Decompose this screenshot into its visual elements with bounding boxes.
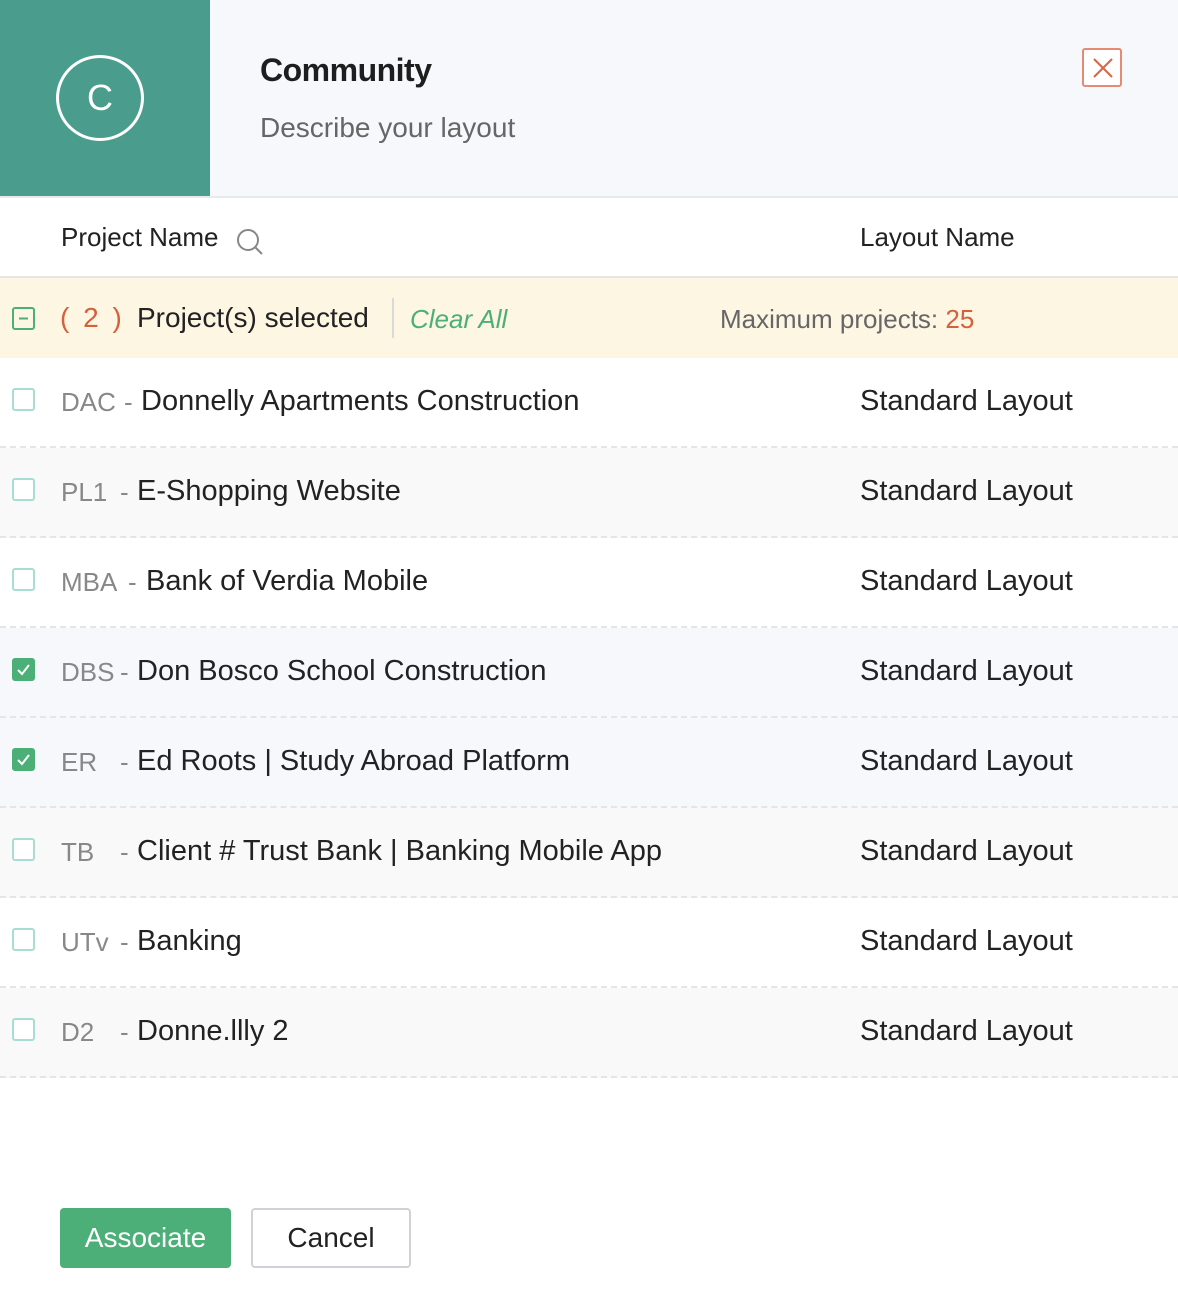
check-icon <box>17 664 30 676</box>
table-row[interactable]: DBS - Don Bosco School Construction Standar… <box>0 628 1178 718</box>
table-row[interactable]: MBA - Bank of Verdia Mobile Standard Layout <box>0 538 1178 628</box>
project-code: TB <box>61 837 95 867</box>
avatar: C <box>56 55 144 141</box>
row-checkbox[interactable] <box>12 658 35 681</box>
max-projects-value: 25 <box>945 304 975 334</box>
project-code: DBS <box>61 657 115 687</box>
table-row[interactable]: PL1- E-Shopping Website Standard Layout <box>0 448 1178 538</box>
layout-name: Standard Layout <box>860 745 1073 777</box>
minus-icon <box>19 317 28 320</box>
project-name: Donnelly Apartments Construction <box>141 385 580 417</box>
layout-name: Standard Layout <box>860 1015 1073 1047</box>
close-icon <box>1093 58 1113 78</box>
avatar-panel: C <box>0 0 210 196</box>
close-button[interactable] <box>1082 48 1122 87</box>
separator-dash: - <box>120 477 129 507</box>
project-name: Donne.llly 2 <box>137 1015 289 1047</box>
table-row[interactable]: UTv - Banking Standard Layout <box>0 898 1178 988</box>
project-code: DAC <box>61 387 116 417</box>
layout-name: Standard Layout <box>860 385 1073 417</box>
project-code: UTv <box>61 927 109 957</box>
table-row[interactable]: D2- Donne.llly 2 Standard Layout <box>0 988 1178 1078</box>
max-projects: Maximum projects: 25 <box>720 304 974 335</box>
row-checkbox[interactable] <box>12 478 35 501</box>
layout-name: Standard Layout <box>860 925 1073 957</box>
separator-dash: - <box>128 567 137 597</box>
column-project-name: Project Name <box>61 222 219 252</box>
row-checkbox[interactable] <box>12 838 35 861</box>
separator-dash: - <box>124 387 133 417</box>
separator-dash: - <box>120 1017 129 1047</box>
selection-bar: ( 2 ) Project(s) selected Clear All Maxi… <box>0 278 1178 358</box>
layout-name: Standard Layout <box>860 565 1073 597</box>
table-row[interactable]: DAC - Donnelly Apartments Construction Stan… <box>0 358 1178 448</box>
separator-dash: - <box>120 657 129 687</box>
dialog-subtitle: Describe your layout <box>260 112 516 143</box>
project-code: D2 <box>61 1017 95 1047</box>
check-icon <box>17 754 30 766</box>
project-name: Bank of Verdia Mobile <box>146 565 429 597</box>
separator-dash: - <box>120 927 129 957</box>
separator-dash: - <box>120 837 129 867</box>
layout-name: Standard Layout <box>860 835 1073 867</box>
clear-all-link[interactable]: Clear All <box>410 304 507 335</box>
select-all-checkbox[interactable] <box>12 307 35 330</box>
table-row[interactable]: TB - Client # Trust Bank | Banking Mobile … <box>0 808 1178 898</box>
separator-dash: - <box>120 747 129 777</box>
project-name: Don Bosco School Construction <box>137 655 547 687</box>
dialog-title: Community <box>260 52 432 88</box>
max-projects-label: Maximum projects: <box>720 304 946 334</box>
project-name: Client # Trust Bank | Banking Mobile App <box>137 835 662 867</box>
associate-button[interactable]: Associate <box>60 1208 231 1268</box>
project-code: ER <box>61 747 98 777</box>
column-layout-name: Layout Name <box>860 222 1015 252</box>
row-checkbox[interactable] <box>12 928 35 951</box>
project-code: PL1 <box>61 477 108 507</box>
divider <box>392 298 394 338</box>
dialog-header: C Community Describe your layout <box>0 0 1178 198</box>
search-icon[interactable] <box>236 228 264 256</box>
layout-name: Standard Layout <box>860 475 1073 507</box>
project-code: MBA <box>61 567 118 597</box>
project-name: Ed Roots | Study Abroad Platform <box>137 745 571 777</box>
table-row[interactable]: ER - Ed Roots | Study Abroad Platform Stand… <box>0 718 1178 808</box>
row-checkbox[interactable] <box>12 388 35 411</box>
layout-name: Standard Layout <box>860 655 1073 687</box>
selected-label: Project(s) selected <box>137 302 369 333</box>
project-name: Banking <box>137 925 242 957</box>
row-checkbox[interactable] <box>12 748 35 771</box>
table-header: Project Name Layout Name <box>0 200 1178 278</box>
row-checkbox[interactable] <box>12 568 35 591</box>
selected-count: ( 2 ) <box>60 302 125 333</box>
row-checkbox[interactable] <box>12 1018 35 1041</box>
project-name: E-Shopping Website <box>137 475 401 507</box>
cancel-button[interactable]: Cancel <box>251 1208 411 1268</box>
